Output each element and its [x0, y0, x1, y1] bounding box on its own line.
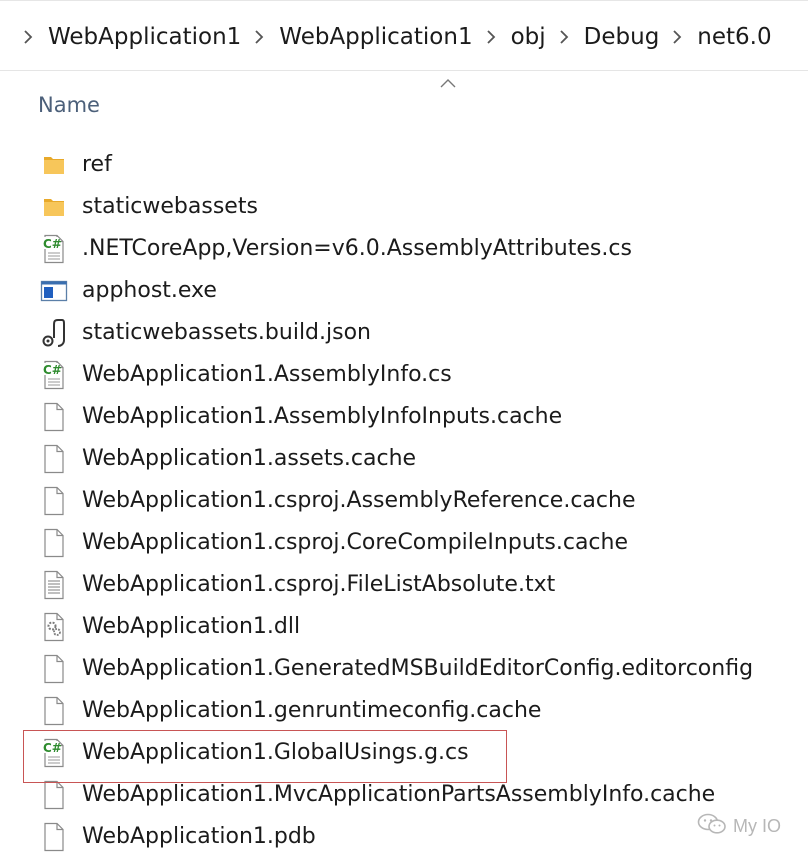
blank-file-icon — [38, 821, 70, 853]
blank-file-icon — [38, 695, 70, 727]
file-row[interactable]: staticwebassets.build.json — [0, 312, 808, 354]
file-row[interactable]: WebApplication1.csproj.CoreCompileInputs… — [0, 522, 808, 564]
file-name: WebApplication1.csproj.AssemblyReference… — [82, 488, 636, 513]
file-name: WebApplication1.AssemblyInfoInputs.cache — [82, 404, 563, 429]
name-column-header[interactable]: Name — [38, 90, 100, 120]
file-name: .NETCoreApp,Version=v6.0.AssemblyAttribu… — [82, 236, 632, 261]
file-row[interactable]: apphost.exe — [0, 270, 808, 312]
breadcrumb-item-3[interactable]: obj — [505, 22, 550, 52]
blank-file-icon — [38, 401, 70, 433]
file-name: WebApplication1.pdb — [82, 824, 316, 849]
folder-icon — [38, 149, 70, 181]
file-row[interactable]: WebApplication1.dll — [0, 606, 808, 648]
file-name: WebApplication1.csproj.CoreCompileInputs… — [82, 530, 628, 555]
dll-file-icon — [38, 611, 70, 643]
file-row[interactable]: WebApplication1.assets.cache — [0, 438, 808, 480]
file-name: WebApplication1.AssemblyInfo.cs — [82, 362, 452, 387]
file-name: WebApplication1.MvcApplicationPartsAssem… — [82, 782, 716, 807]
top-border — [0, 0, 808, 1]
wechat-icon — [697, 812, 727, 841]
csharp-file-icon: C# — [38, 359, 70, 391]
file-name: staticwebassets — [82, 194, 258, 219]
chevron-right-icon[interactable] — [663, 27, 691, 47]
file-row[interactable]: WebApplication1.GeneratedMSBuildEditorCo… — [0, 648, 808, 690]
blank-file-icon — [38, 527, 70, 559]
file-row[interactable]: C# WebApplication1.AssemblyInfo.cs — [0, 354, 808, 396]
chevron-right-icon[interactable] — [245, 27, 273, 47]
file-name: WebApplication1.dll — [82, 614, 301, 639]
breadcrumb-item-2[interactable]: WebApplication1 — [273, 22, 476, 52]
watermark-text: My IO — [733, 816, 781, 836]
breadcrumb: WebApplication1 WebApplication1 obj Debu… — [0, 3, 808, 71]
chevron-right-icon[interactable] — [14, 27, 42, 47]
svg-text:C#: C# — [43, 237, 62, 251]
text-file-icon — [38, 569, 70, 601]
file-row[interactable]: WebApplication1.csproj.AssemblyReference… — [0, 480, 808, 522]
blank-file-icon — [38, 485, 70, 517]
file-row[interactable]: WebApplication1.AssemblyInfoInputs.cache — [0, 396, 808, 438]
file-name: ref — [82, 152, 112, 177]
chevron-right-icon[interactable] — [477, 27, 505, 47]
csharp-file-icon: C# — [38, 233, 70, 265]
chevron-right-icon[interactable] — [550, 27, 578, 47]
blank-file-icon — [38, 653, 70, 685]
file-row[interactable]: WebApplication1.csproj.FileListAbsolute.… — [0, 564, 808, 606]
watermark: My IO — [697, 812, 781, 841]
folder-icon — [38, 191, 70, 223]
file-name: WebApplication1.csproj.FileListAbsolute.… — [82, 572, 556, 597]
file-row[interactable]: staticwebassets — [0, 186, 808, 228]
highlight-box — [23, 730, 507, 783]
file-name: WebApplication1.genruntimeconfig.cache — [82, 698, 542, 723]
breadcrumb-item-5[interactable]: net6.0 — [691, 22, 775, 52]
breadcrumb-item-4[interactable]: Debug — [578, 22, 664, 52]
file-row[interactable]: C# .NETCoreApp,Version=v6.0.AssemblyAttri… — [0, 228, 808, 270]
json-file-icon — [38, 317, 70, 349]
file-name: WebApplication1.GeneratedMSBuildEditorCo… — [82, 656, 754, 681]
blank-file-icon — [38, 443, 70, 475]
file-name: staticwebassets.build.json — [82, 320, 371, 345]
breadcrumb-item-1[interactable]: WebApplication1 — [42, 22, 245, 52]
file-name: apphost.exe — [82, 278, 217, 303]
file-row[interactable]: ref — [0, 144, 808, 186]
file-row[interactable]: WebApplication1.genruntimeconfig.cache — [0, 690, 808, 732]
exe-file-icon — [38, 275, 70, 307]
sort-ascending-icon[interactable] — [438, 75, 458, 89]
file-row[interactable]: WebApplication1.pdb — [0, 816, 808, 858]
svg-text:C#: C# — [43, 363, 62, 377]
blank-file-icon — [38, 779, 70, 811]
file-name: WebApplication1.assets.cache — [82, 446, 417, 471]
